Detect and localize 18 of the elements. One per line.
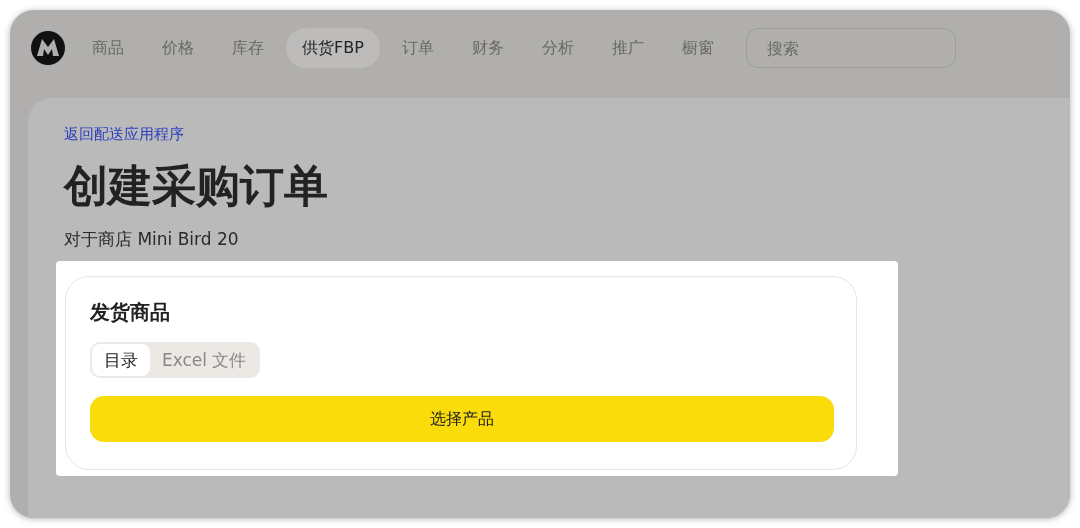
nav-tab[interactable]: 推广 — [595, 28, 660, 68]
logo-icon[interactable] — [30, 30, 66, 66]
nav-tab[interactable]: 订单 — [385, 28, 450, 68]
source-tab[interactable]: Excel 文件 — [150, 344, 259, 376]
nav-tab[interactable]: 分析 — [525, 28, 590, 68]
source-tab[interactable]: 目录 — [92, 344, 150, 376]
nav-tab[interactable]: 价格 — [146, 28, 210, 68]
search-field[interactable]: 搜索 — [745, 28, 956, 68]
card-title: 发货商品 — [90, 299, 171, 326]
nav-tab[interactable]: 商品 — [76, 28, 140, 68]
nav-tab[interactable]: 库存 — [216, 28, 280, 68]
nav-tab[interactable]: 财务 — [455, 28, 520, 68]
nav-tab[interactable]: 供货FBP — [286, 28, 380, 68]
back-link[interactable]: 返回配送应用程序 — [64, 125, 184, 144]
select-products-button[interactable]: 选择产品 — [90, 396, 834, 442]
page-title: 创建采购订单 — [64, 159, 329, 213]
nav-tab[interactable]: 橱窗 — [665, 28, 730, 68]
page-subtitle: 对于商店 Mini Bird 20 — [64, 228, 240, 251]
